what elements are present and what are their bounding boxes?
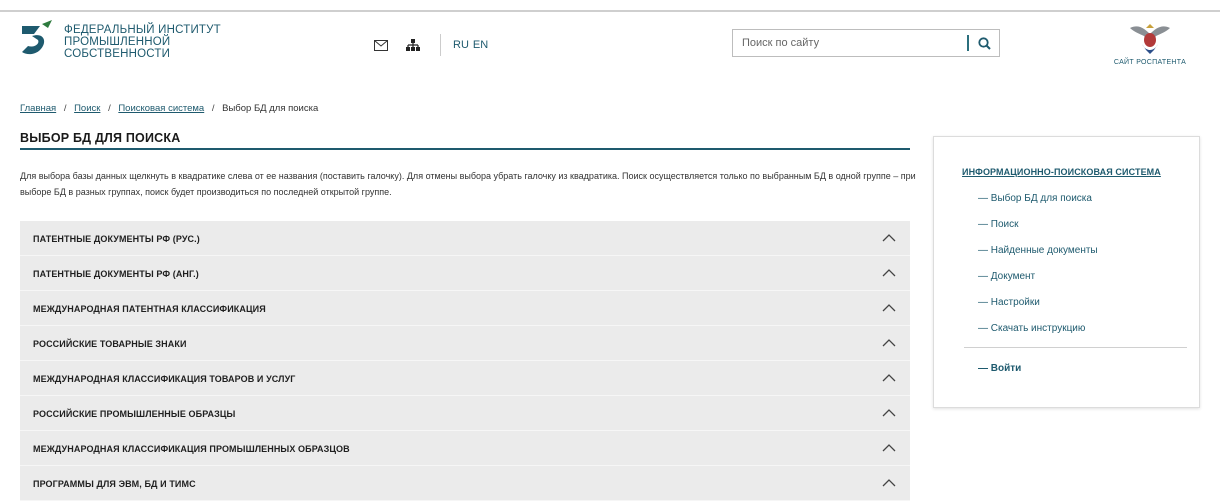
db-group-industrial-designs[interactable]: РОССИЙСКИЕ ПРОМЫШЛЕННЫЕ ОБРАЗЦЫ <box>20 396 910 431</box>
sidebar-menu: — Выбор БД для поиска — Поиск — Найденны… <box>978 191 1098 347</box>
logo-text[interactable]: ФЕДЕРАЛЬНЫЙ ИНСТИТУТ ПРОМЫШЛЕННОЙ СОБСТВ… <box>64 24 221 60</box>
login-link[interactable]: — Войти <box>978 363 1021 374</box>
mail-icon[interactable] <box>372 37 390 53</box>
page-title: ВЫБОР БД ДЛЯ ПОИСКА <box>20 131 181 145</box>
logo-line: ПРОМЫШЛЕННОЙ <box>64 36 171 48</box>
sidebar-item-db-select[interactable]: — Выбор БД для поиска <box>978 191 1098 217</box>
chevron-up-icon[interactable] <box>882 443 896 453</box>
search-input[interactable] <box>733 30 965 56</box>
db-group-label: РОССИЙСКИЕ ПРОМЫШЛЕННЫЕ ОБРАЗЦЫ <box>33 409 236 419</box>
top-bar <box>0 0 1220 12</box>
breadcrumb-link-home[interactable]: Главная <box>20 103 56 114</box>
search-button[interactable] <box>971 32 997 54</box>
db-group-label: РОССИЙСКИЕ ТОВАРНЫЕ ЗНАКИ <box>33 339 187 349</box>
header-tools: RU EN <box>372 34 492 56</box>
chevron-up-icon[interactable] <box>882 478 896 488</box>
chevron-up-icon[interactable] <box>882 338 896 348</box>
search-icon <box>977 36 991 50</box>
breadcrumb-current: Выбор БД для поиска <box>222 103 319 114</box>
db-group-label: ПАТЕНТНЫЕ ДОКУМЕНТЫ РФ (АНГ.) <box>33 269 199 279</box>
db-group-patents-ru[interactable]: ПАТЕНТНЫЕ ДОКУМЕНТЫ РФ (РУС.) <box>20 221 910 256</box>
db-group-locarno-classification[interactable]: МЕЖДУНАРОДНАЯ КЛАССИФИКАЦИЯ ПРОМЫШЛЕННЫХ… <box>20 431 910 466</box>
header-separator <box>440 34 441 56</box>
db-group-label: МЕЖДУНАРОДНАЯ КЛАССИФИКАЦИЯ ТОВАРОВ И УС… <box>33 374 296 384</box>
site-search <box>732 29 1000 57</box>
chevron-up-icon[interactable] <box>882 233 896 243</box>
sidebar-panel: ИНФОРМАЦИОННО-ПОИСКОВАЯ СИСТЕМА — Выбор … <box>933 136 1200 408</box>
breadcrumb-link-search-system[interactable]: Поисковая система <box>118 103 204 114</box>
breadcrumb-separator: / <box>211 103 215 114</box>
chevron-up-icon[interactable] <box>882 408 896 418</box>
page-description: Для выбора базы данных щелкнуть в квадра… <box>20 171 916 197</box>
sitemap-icon[interactable] <box>404 37 422 53</box>
site-header: ФЕДЕРАЛЬНЫЙ ИНСТИТУТ ПРОМЫШЛЕННОЙ СОБСТВ… <box>0 12 1220 82</box>
chevron-up-icon[interactable] <box>882 303 896 313</box>
search-divider <box>967 35 969 51</box>
rospatent-label: САЙТ РОСПАТЕНТА <box>1113 59 1187 66</box>
breadcrumb: Главная / Поиск / Поисковая система / Вы… <box>20 103 318 114</box>
sidebar-item-settings[interactable]: — Настройки <box>978 295 1098 321</box>
rospatent-emblem-icon <box>1128 22 1172 56</box>
db-group-nice-classification[interactable]: МЕЖДУНАРОДНАЯ КЛАССИФИКАЦИЯ ТОВАРОВ И УС… <box>20 361 910 396</box>
db-group-trademarks[interactable]: РОССИЙСКИЕ ТОВАРНЫЕ ЗНАКИ <box>20 326 910 361</box>
chevron-up-icon[interactable] <box>882 268 896 278</box>
db-group-software[interactable]: ПРОГРАММЫ ДЛЯ ЭВМ, БД И ТИМС <box>20 466 910 501</box>
logo-line: СОБСТВЕННОСТИ <box>64 48 171 60</box>
db-group-label: ПАТЕНТНЫЕ ДОКУМЕНТЫ РФ (РУС.) <box>33 234 200 244</box>
db-group-ipc[interactable]: МЕЖДУНАРОДНАЯ ПАТЕНТНАЯ КЛАССИФИКАЦИЯ <box>20 291 910 326</box>
db-group-label: ПРОГРАММЫ ДЛЯ ЭВМ, БД И ТИМС <box>33 479 196 489</box>
sidebar-item-download-manual[interactable]: — Скачать инструкцию <box>978 321 1098 347</box>
lang-en-link[interactable]: EN <box>473 39 488 51</box>
title-underline <box>20 148 910 150</box>
db-group-list: ПАТЕНТНЫЕ ДОКУМЕНТЫ РФ (РУС.) ПАТЕНТНЫЕ … <box>20 221 910 501</box>
lang-ru-link[interactable]: RU <box>453 39 469 51</box>
chevron-up-icon[interactable] <box>882 373 896 383</box>
db-group-label: МЕЖДУНАРОДНАЯ ПАТЕНТНАЯ КЛАССИФИКАЦИЯ <box>33 304 266 314</box>
sidebar-item-document[interactable]: — Документ <box>978 269 1098 295</box>
sidebar-title-link[interactable]: ИНФОРМАЦИОННО-ПОИСКОВАЯ СИСТЕМА <box>962 167 1161 177</box>
db-group-label: МЕЖДУНАРОДНАЯ КЛАССИФИКАЦИЯ ПРОМЫШЛЕННЫХ… <box>33 444 350 454</box>
logo-line: ФЕДЕРАЛЬНЫЙ ИНСТИТУТ <box>64 24 221 36</box>
sidebar-item-search[interactable]: — Поиск <box>978 217 1098 243</box>
logo-icon[interactable] <box>18 20 54 58</box>
breadcrumb-link-search[interactable]: Поиск <box>74 103 100 114</box>
breadcrumb-separator: / <box>63 103 67 114</box>
sidebar-item-found-documents[interactable]: — Найденные документы <box>978 243 1098 269</box>
db-group-patents-en[interactable]: ПАТЕНТНЫЕ ДОКУМЕНТЫ РФ (АНГ.) <box>20 256 910 291</box>
rospatent-link[interactable]: САЙТ РОСПАТЕНТА <box>1110 22 1190 66</box>
breadcrumb-separator: / <box>108 103 111 114</box>
sidebar-divider <box>964 347 1187 348</box>
